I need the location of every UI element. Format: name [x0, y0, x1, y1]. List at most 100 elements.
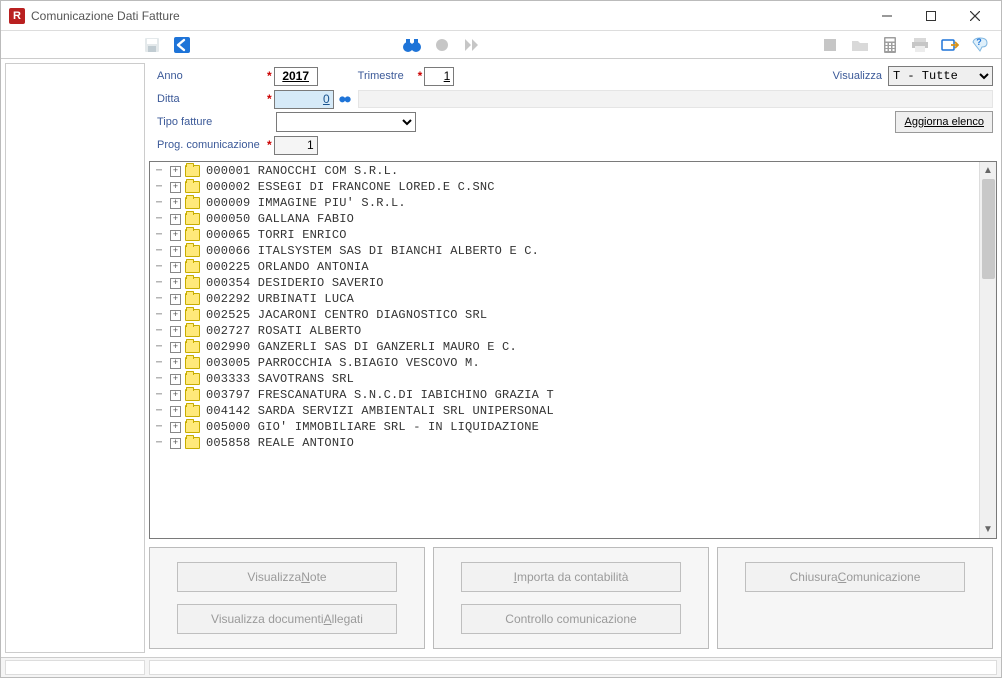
- anno-label: Anno: [157, 70, 267, 82]
- tree-item[interactable]: ⋯+003333 SAVOTRANS SRL: [150, 371, 979, 387]
- aggiorna-elenco-button[interactable]: Aggiorna elenco: [895, 111, 993, 133]
- folder-icon: [185, 261, 200, 273]
- record-icon[interactable]: [429, 33, 455, 57]
- tipo-fatture-select[interactable]: [276, 112, 416, 132]
- bottom-panels: Visualizza Note Visualizza documenti All…: [149, 547, 993, 649]
- tree-item[interactable]: ⋯+000001 RANOCCHI COM S.R.L.: [150, 163, 979, 179]
- forward-icon[interactable]: [459, 33, 485, 57]
- tree-item[interactable]: ⋯+000009 IMMAGINE PIU' S.R.L.: [150, 195, 979, 211]
- tree-item[interactable]: ⋯+005858 REALE ANTONIO: [150, 435, 979, 451]
- tree-item[interactable]: ⋯+000066 ITALSYSTEM SAS DI BIANCHI ALBER…: [150, 243, 979, 259]
- chiusura-comunicazione-button[interactable]: Chiusura Comunicazione: [745, 562, 965, 592]
- scroll-down-icon[interactable]: ▼: [980, 521, 996, 538]
- expand-icon[interactable]: +: [170, 326, 181, 337]
- tree-item[interactable]: ⋯+000065 TORRI ENRICO: [150, 227, 979, 243]
- save-icon[interactable]: [139, 33, 165, 57]
- folder-icon: [185, 405, 200, 417]
- tree-connector: ⋯: [156, 341, 170, 353]
- tipo-label: Tipo fatture: [157, 116, 267, 128]
- folder-icon: [185, 341, 200, 353]
- expand-icon[interactable]: +: [170, 438, 181, 449]
- tree-item[interactable]: ⋯+000002 ESSEGI DI FRANCONE LORED.E C.SN…: [150, 179, 979, 195]
- toolbar: ?: [1, 31, 1001, 59]
- statusbar-left: [5, 660, 145, 675]
- tree-list[interactable]: ⋯+000001 RANOCCHI COM S.R.L.⋯+000002 ESS…: [150, 162, 979, 538]
- tree-item[interactable]: ⋯+005000 GIO' IMMOBILIARE SRL - IN LIQUI…: [150, 419, 979, 435]
- tree-connector: ⋯: [156, 293, 170, 305]
- tree-item[interactable]: ⋯+000050 GALLANA FABIO: [150, 211, 979, 227]
- minimize-button[interactable]: [865, 1, 909, 31]
- back-icon[interactable]: [169, 33, 195, 57]
- required-marker: *: [418, 69, 423, 83]
- trimestre-input[interactable]: [424, 67, 454, 86]
- tree-item-label: 000065 TORRI ENRICO: [206, 228, 347, 242]
- print-icon[interactable]: [907, 33, 933, 57]
- folder-icon: [185, 373, 200, 385]
- tree-item[interactable]: ⋯+002990 GANZERLI SAS DI GANZERLI MAURO …: [150, 339, 979, 355]
- tree-item-label: 000002 ESSEGI DI FRANCONE LORED.E C.SNC: [206, 180, 495, 194]
- scroll-up-icon[interactable]: ▲: [980, 162, 996, 179]
- tree-item[interactable]: ⋯+003797 FRESCANATURA S.N.C.DI IABICHINO…: [150, 387, 979, 403]
- tree-item[interactable]: ⋯+002292 URBINATI LUCA: [150, 291, 979, 307]
- tree-item-label: 000009 IMMAGINE PIU' S.R.L.: [206, 196, 406, 210]
- search-icon[interactable]: [338, 92, 352, 107]
- visualizza-select[interactable]: T - Tutte: [888, 66, 993, 86]
- expand-icon[interactable]: +: [170, 214, 181, 225]
- tree-connector: ⋯: [156, 437, 170, 449]
- ditta-label: Ditta: [157, 93, 267, 105]
- visualizza-allegati-button[interactable]: Visualizza documenti Allegati: [177, 604, 397, 634]
- expand-icon[interactable]: +: [170, 406, 181, 417]
- main-panel: Anno * Trimestre * Visualizza T - Tutte: [149, 63, 997, 653]
- expand-icon[interactable]: +: [170, 246, 181, 257]
- tree-item[interactable]: ⋯+002525 JACARONI CENTRO DIAGNOSTICO SRL: [150, 307, 979, 323]
- folder-icon[interactable]: [847, 33, 873, 57]
- tree-connector: ⋯: [156, 277, 170, 289]
- tree-connector: ⋯: [156, 325, 170, 337]
- scrollbar-thumb[interactable]: [982, 179, 995, 279]
- tree-connector: ⋯: [156, 373, 170, 385]
- calculator-icon[interactable]: [877, 33, 903, 57]
- body: Anno * Trimestre * Visualizza T - Tutte: [1, 59, 1001, 657]
- expand-icon[interactable]: +: [170, 358, 181, 369]
- anno-input[interactable]: [274, 67, 318, 86]
- tree-item[interactable]: ⋯+000354 DESIDERIO SAVERIO: [150, 275, 979, 291]
- visualizza-label: Visualizza: [833, 70, 882, 82]
- expand-icon[interactable]: +: [170, 230, 181, 241]
- expand-icon[interactable]: +: [170, 390, 181, 401]
- controllo-comunicazione-button[interactable]: Controllo comunicazione: [461, 604, 681, 634]
- visualizza-note-button[interactable]: Visualizza Note: [177, 562, 397, 592]
- maximize-button[interactable]: [909, 1, 953, 31]
- help-icon[interactable]: ?: [967, 33, 993, 57]
- filter-form: Anno * Trimestre * Visualizza T - Tutte: [149, 63, 997, 157]
- close-button[interactable]: [953, 1, 997, 31]
- expand-icon[interactable]: +: [170, 198, 181, 209]
- expand-icon[interactable]: +: [170, 182, 181, 193]
- tree-item[interactable]: ⋯+004142 SARDA SERVIZI AMBIENTALI SRL UN…: [150, 403, 979, 419]
- tree-item-label: 000354 DESIDERIO SAVERIO: [206, 276, 384, 290]
- scrollbar[interactable]: ▲ ▼: [979, 162, 996, 538]
- export-icon[interactable]: [937, 33, 963, 57]
- tree-item[interactable]: ⋯+000225 ORLANDO ANTONIA: [150, 259, 979, 275]
- expand-icon[interactable]: +: [170, 374, 181, 385]
- prog-label: Prog. comunicazione: [157, 139, 267, 151]
- importa-contabilita-button[interactable]: Importa da contabilità: [461, 562, 681, 592]
- prog-comunicazione-input[interactable]: [274, 136, 318, 155]
- expand-icon[interactable]: +: [170, 422, 181, 433]
- tree-connector: ⋯: [156, 181, 170, 193]
- folder-icon: [185, 277, 200, 289]
- tree-item[interactable]: ⋯+003005 PARROCCHIA S.BIAGIO VESCOVO M.: [150, 355, 979, 371]
- expand-icon[interactable]: +: [170, 342, 181, 353]
- tree-item-label: 003333 SAVOTRANS SRL: [206, 372, 354, 386]
- expand-icon[interactable]: +: [170, 166, 181, 177]
- stop-icon[interactable]: [817, 33, 843, 57]
- expand-icon[interactable]: +: [170, 294, 181, 305]
- binoculars-icon[interactable]: [399, 33, 425, 57]
- expand-icon[interactable]: +: [170, 278, 181, 289]
- tree-item[interactable]: ⋯+002727 ROSATI ALBERTO: [150, 323, 979, 339]
- expand-icon[interactable]: +: [170, 262, 181, 273]
- tree-connector: ⋯: [156, 229, 170, 241]
- tree-connector: ⋯: [156, 245, 170, 257]
- ditta-display: [358, 90, 993, 108]
- expand-icon[interactable]: +: [170, 310, 181, 321]
- ditta-input[interactable]: [274, 90, 334, 109]
